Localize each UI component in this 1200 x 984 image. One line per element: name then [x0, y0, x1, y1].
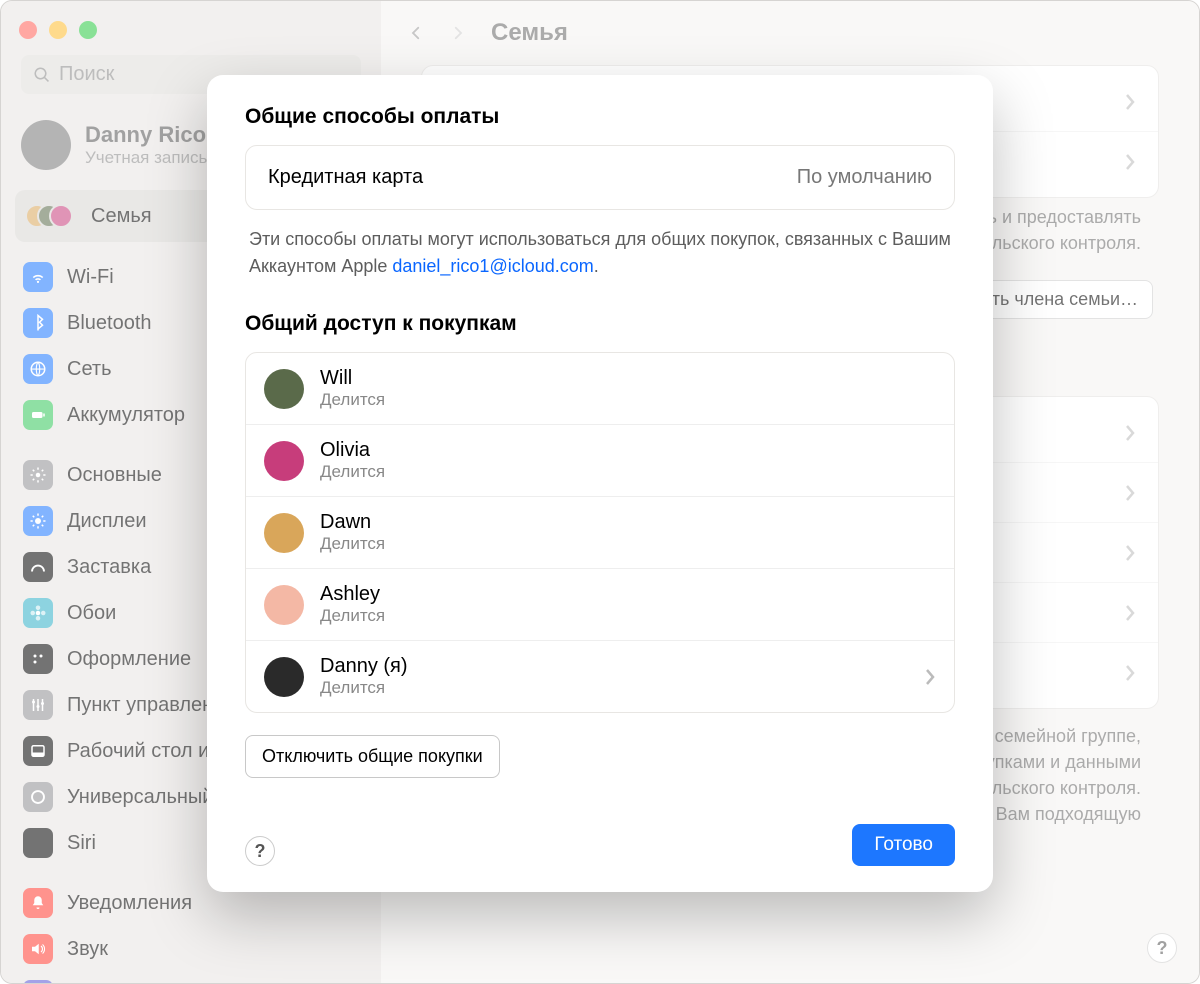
member-status: Делится [320, 534, 385, 554]
modal-help-button[interactable]: ? [245, 836, 275, 866]
member-name: Danny (я) [320, 655, 408, 678]
payment-method-card: Кредитная карта По умолчанию [245, 145, 955, 210]
member-status: Делится [320, 390, 385, 410]
default-label: По умолчанию [797, 166, 932, 189]
member-avatar [264, 369, 304, 409]
member-avatar [264, 657, 304, 697]
payment-description: Эти способы оплаты могут использоваться … [245, 210, 955, 280]
member-name: Ashley [320, 583, 385, 606]
member-row[interactable]: Danny (я) Делится [246, 640, 954, 712]
purchase-sharing-title: Общий доступ к покупкам [245, 312, 955, 336]
credit-card-row[interactable]: Кредитная карта По умолчанию [246, 146, 954, 209]
member-status: Делится [320, 678, 408, 698]
member-avatar [264, 585, 304, 625]
sharing-members-list: Will Делится Olivia Делится Dawn Делится… [245, 352, 955, 713]
done-button[interactable]: Готово [852, 824, 955, 866]
member-row: Dawn Делится [246, 496, 954, 568]
member-name: Dawn [320, 511, 385, 534]
disable-sharing-button[interactable]: Отключить общие покупки [245, 735, 500, 778]
member-name: Will [320, 367, 385, 390]
member-avatar [264, 513, 304, 553]
member-row: Ashley Делится [246, 568, 954, 640]
member-status: Делится [320, 462, 385, 482]
chevron-right-icon [924, 668, 936, 686]
purchase-sharing-modal: Общие способы оплаты Кредитная карта По … [207, 75, 993, 892]
member-name: Olivia [320, 439, 385, 462]
credit-card-label: Кредитная карта [268, 166, 423, 189]
member-status: Делится [320, 606, 385, 626]
payment-methods-title: Общие способы оплаты [245, 105, 955, 129]
member-avatar [264, 441, 304, 481]
settings-window: Поиск Danny Rico Учетная запись Семья Wi… [0, 0, 1200, 984]
apple-id-email-link[interactable]: daniel_rico1@icloud.com [392, 256, 593, 276]
member-row: Will Делится [246, 353, 954, 424]
member-row: Olivia Делится [246, 424, 954, 496]
